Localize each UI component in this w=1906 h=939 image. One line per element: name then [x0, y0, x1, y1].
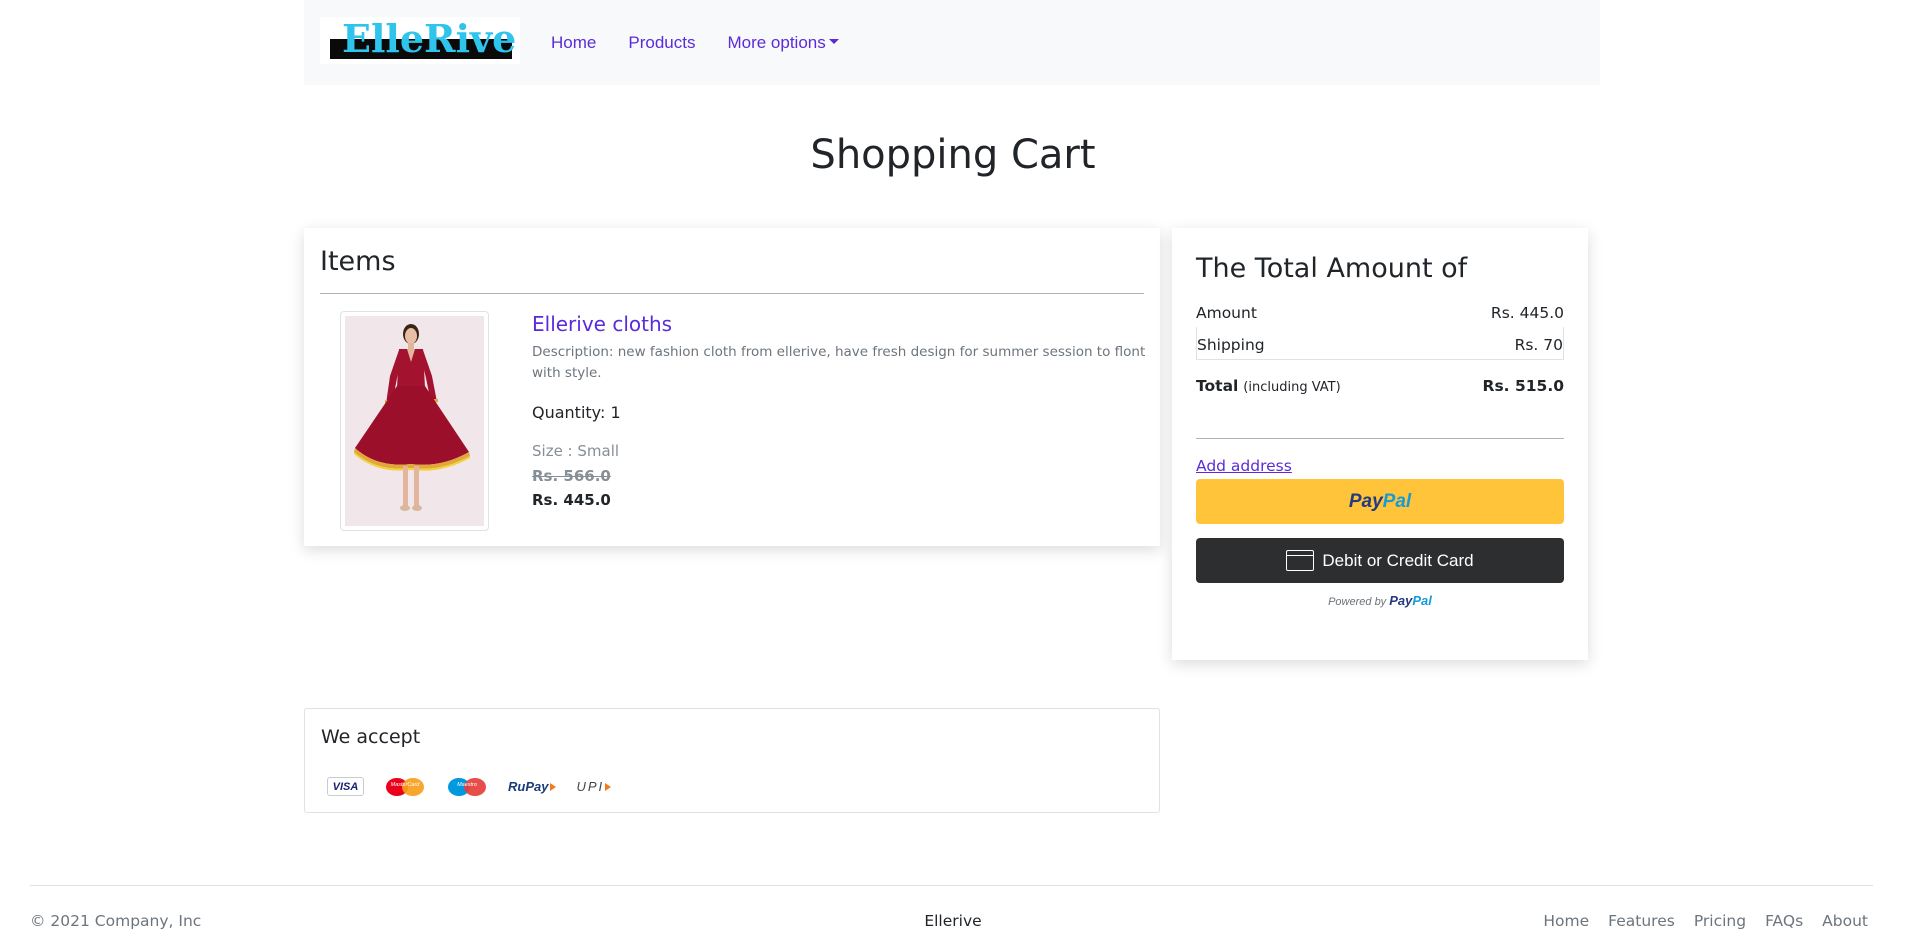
cart-items-card: Items Ellerive cloths Description: new f…: [304, 228, 1160, 546]
product-image: [340, 311, 489, 531]
product-description: Description: new fashion cloth from elle…: [532, 344, 1146, 381]
upi-icon: UPI: [576, 779, 612, 794]
debit-credit-card-button[interactable]: Debit or Credit Card: [1196, 538, 1564, 583]
discounted-price: Rs. 445.0: [532, 491, 611, 509]
product-size: Size : Small: [532, 442, 620, 460]
total-row: Total (including VAT) Rs. 515.0: [1196, 377, 1564, 395]
product-name-link[interactable]: Ellerive cloths: [532, 312, 672, 336]
nav-link-products[interactable]: Products: [628, 33, 695, 53]
total-value: Rs. 515.0: [1482, 377, 1564, 395]
footer-link-faqs[interactable]: FAQs: [1765, 912, 1803, 930]
amount-label: Amount: [1196, 304, 1257, 322]
powered-by-text: Powered by: [1328, 596, 1387, 608]
shipping-label: Shipping: [1197, 336, 1265, 354]
payment-logos: VISA MasterCard Maestro RuPay UPI: [327, 777, 631, 796]
more-options-dropdown[interactable]: More options: [727, 32, 839, 53]
paypal-small-logo-icon: PayPal: [1389, 593, 1432, 608]
maestro-icon: Maestro: [446, 777, 488, 796]
order-summary-card: The Total Amount of Amount Rs. 445.0 Shi…: [1172, 228, 1588, 660]
rupay-icon: RuPay: [508, 779, 557, 794]
add-address-link[interactable]: Add address: [1196, 457, 1292, 475]
brand-logo[interactable]: ElleRive: [320, 16, 520, 64]
original-price: Rs. 566.0: [532, 467, 611, 485]
summary-heading: The Total Amount of: [1196, 253, 1468, 284]
amount-value: Rs. 445.0: [1490, 304, 1564, 322]
credit-card-icon: [1286, 550, 1315, 571]
rupay-label: RuPay: [508, 779, 549, 794]
shipping-row: Shipping Rs. 70: [1196, 327, 1564, 360]
page-title: Shopping Cart: [810, 132, 1096, 178]
caret-down-icon: [828, 39, 839, 45]
amount-row: Amount Rs. 445.0: [1196, 304, 1564, 322]
vat-note: (including VAT): [1243, 380, 1341, 395]
dress-photo: [345, 316, 484, 526]
paypal-button[interactable]: PayPal: [1196, 479, 1564, 524]
total-label: Total: [1196, 377, 1239, 395]
nav-links: Home Products More options: [551, 0, 871, 85]
card-button-label: Debit or Credit Card: [1322, 550, 1474, 570]
paypal-pay-text: Pay: [1348, 490, 1383, 512]
logo-text: ElleRive: [342, 16, 517, 61]
footer-link-features[interactable]: Features: [1608, 912, 1675, 930]
payment-methods-card: We accept VISA MasterCard Maestro RuPay …: [304, 708, 1160, 813]
more-options-label: More options: [727, 32, 826, 52]
items-heading: Items: [320, 246, 396, 277]
maestro-label: Maestro: [457, 781, 477, 788]
mastercard-label: MasterCard: [390, 781, 420, 788]
we-accept-heading: We accept: [321, 726, 421, 748]
footer-nav: Home Features Pricing FAQs About: [1524, 912, 1868, 930]
footer-link-pricing[interactable]: Pricing: [1694, 912, 1746, 930]
footer-link-home[interactable]: Home: [1543, 912, 1589, 930]
shipping-value: Rs. 70: [1514, 336, 1563, 354]
upi-label: UPI: [576, 779, 605, 794]
powered-by-paypal: Powered by PayPal: [1196, 593, 1564, 608]
mastercard-icon: MasterCard: [384, 777, 426, 796]
paypal-logo-icon: PayPal: [1349, 491, 1411, 513]
divider: [320, 293, 1144, 294]
paypal-small-pal-text: Pal: [1412, 593, 1432, 608]
paypal-pal-text: Pal: [1382, 490, 1412, 512]
navbar: ElleRive Home Products More options: [304, 0, 1600, 85]
nav-link-home[interactable]: Home: [551, 33, 596, 53]
footer-link-about[interactable]: About: [1822, 912, 1868, 930]
visa-icon: VISA: [327, 777, 364, 796]
paypal-small-pay-text: Pay: [1389, 593, 1413, 608]
product-quantity: Quantity: 1: [532, 403, 621, 422]
divider: [1196, 438, 1564, 439]
footer-divider: [30, 885, 1873, 886]
footer-copyright: © 2021 Company, Inc: [30, 912, 202, 930]
